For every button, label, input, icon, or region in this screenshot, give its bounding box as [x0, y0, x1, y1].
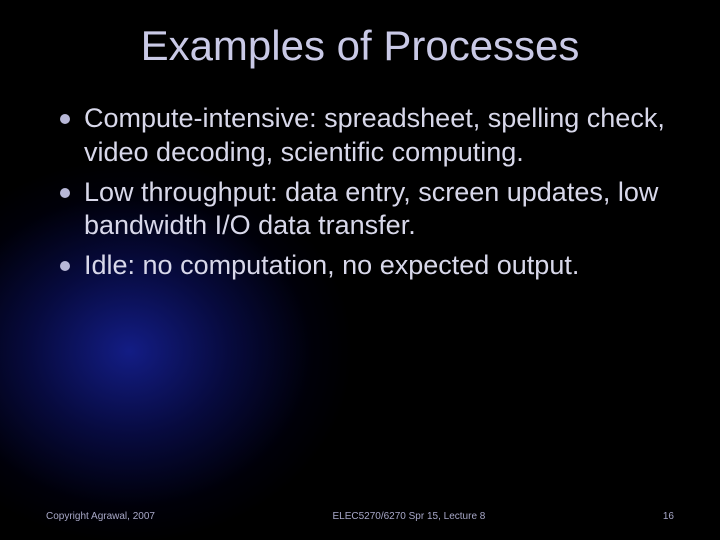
bullet-icon [60, 188, 70, 198]
slide-body: Compute-intensive: spreadsheet, spelling… [0, 102, 720, 283]
slide-footer: Copyright Agrawal, 2007 ELEC5270/6270 Sp… [0, 511, 720, 522]
bullet-text: Low throughput: data entry, screen updat… [84, 176, 680, 244]
bullet-icon [60, 261, 70, 271]
footer-page-number: 16 [663, 511, 674, 522]
bullet-text: Compute-intensive: spreadsheet, spelling… [84, 102, 680, 170]
bullet-icon [60, 114, 70, 124]
footer-course: ELEC5270/6270 Spr 15, Lecture 8 [332, 511, 485, 522]
bullet-text: Idle: no computation, no expected output… [84, 249, 579, 283]
list-item: Idle: no computation, no expected output… [60, 249, 680, 283]
slide-title: Examples of Processes [0, 0, 720, 70]
footer-copyright: Copyright Agrawal, 2007 [46, 511, 155, 522]
list-item: Low throughput: data entry, screen updat… [60, 176, 680, 244]
list-item: Compute-intensive: spreadsheet, spelling… [60, 102, 680, 170]
slide: Examples of Processes Compute-intensive:… [0, 0, 720, 540]
